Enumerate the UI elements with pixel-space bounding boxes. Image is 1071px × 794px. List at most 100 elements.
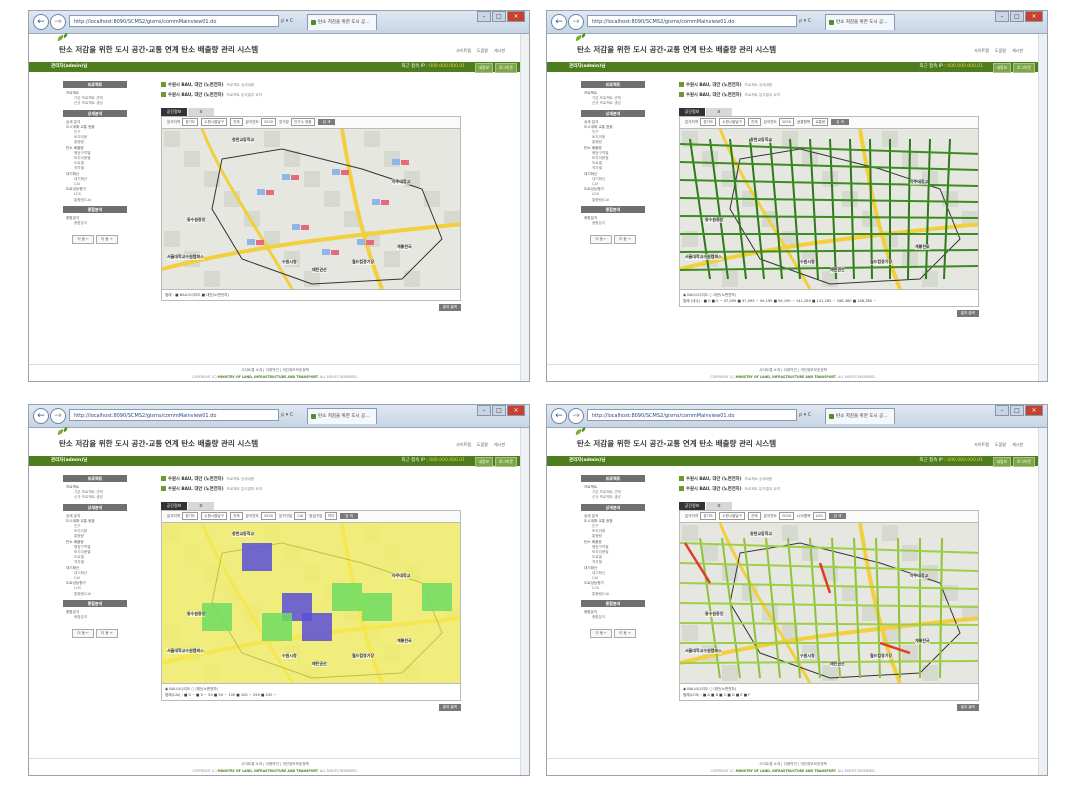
refresh-icon[interactable]: ρ ▾ C (799, 409, 823, 421)
filter-select[interactable]: 2030 (260, 512, 277, 520)
map-view[interactable]: 창현교등학교 아주대학교 동수원중앙 수원시청 매탄권선 계룡한국 월드컵경기장 서울대학교수… (161, 128, 461, 290)
forward-button[interactable]: → (50, 14, 66, 30)
menu-item[interactable]: 종합분석 (584, 615, 645, 620)
footer-links[interactable]: 사이트맵 소개 | 이용약관 | 개인정보보호정책 (29, 368, 521, 373)
browser-tab[interactable]: 탄소 저감을 위한 도시 공… (307, 408, 377, 424)
close-icon[interactable]: × (507, 11, 525, 22)
search-button[interactable]: 검 색 (828, 513, 847, 519)
filter-select[interactable]: 전체 (230, 118, 243, 126)
close-icon[interactable]: × (1025, 11, 1043, 22)
maximize-icon[interactable]: □ (1010, 405, 1024, 416)
tab-table[interactable]: 표 (188, 502, 214, 510)
map-canvas[interactable] (162, 523, 461, 683)
filter-select[interactable]: 전체 (748, 512, 761, 520)
scrollbar[interactable] (520, 428, 529, 775)
help-link[interactable]: 도움말 (995, 48, 1006, 53)
tab-spatial[interactable]: 공간정보 (161, 108, 187, 116)
filter-select[interactable]: 교통량 (812, 118, 829, 126)
minimize-icon[interactable]: – (995, 11, 1009, 22)
minimize-icon[interactable]: – (477, 405, 491, 416)
map-canvas[interactable] (680, 129, 979, 289)
board-link[interactable]: 게시판 (494, 442, 505, 447)
menu-item[interactable]: 신규 프로젝트 생성 (66, 495, 127, 500)
filter-select[interactable]: 2030 (778, 512, 795, 520)
filter-select[interactable]: 수원시팔달구 (719, 118, 745, 126)
map-view[interactable]: 창현교등학교 아주대학교 동수원중앙 수원시청 매탄권선 계룡한국 월드컵경기장 서울대학교수… (161, 522, 461, 684)
scrollbar[interactable] (520, 34, 529, 381)
tab-table[interactable]: 표 (188, 108, 214, 116)
project-row[interactable]: 수원시 BAU, 대안 (노면전차) 프로젝트 상세내용 (161, 81, 461, 91)
filter-select[interactable]: 인구수 현황 (290, 118, 315, 126)
address-bar[interactable]: http://localhost:8090/SCMS2/gisms/commMa… (587, 409, 797, 421)
my-info-button[interactable]: 내정보 (474, 63, 493, 73)
next-button[interactable]: 이 동 → (96, 235, 118, 245)
my-info-button[interactable]: 내정보 (992, 63, 1011, 73)
filter-select[interactable]: LOS (812, 512, 826, 520)
project-row[interactable]: 수원시 BAU, 대안 (노면전차) 프로젝트 분석결과 요약 (161, 485, 461, 495)
maximize-icon[interactable]: □ (492, 405, 506, 416)
tab-table[interactable]: 표 (706, 108, 732, 116)
board-link[interactable]: 게시판 (1012, 48, 1023, 53)
next-button[interactable]: 이 동 → (96, 629, 118, 639)
back-button[interactable]: ← (33, 408, 49, 424)
sitemap-link[interactable]: 사이트맵 (456, 48, 471, 53)
browser-tab[interactable]: 탄소 저감을 위한 도시 공… (307, 14, 377, 30)
print-result-button[interactable]: 결과 출력 (956, 704, 979, 711)
my-info-button[interactable]: 내정보 (474, 457, 493, 467)
tab-spatial[interactable]: 공간정보 (679, 502, 705, 510)
filter-select[interactable]: 전체 (748, 118, 761, 126)
refresh-icon[interactable]: ρ ▾ C (799, 15, 823, 27)
print-result-button[interactable]: 결과 출력 (956, 310, 979, 317)
filter-select[interactable]: 2030 (778, 118, 795, 126)
map-canvas[interactable] (162, 129, 461, 289)
maximize-icon[interactable]: □ (1010, 11, 1024, 22)
filter-select[interactable]: 경기도 (182, 512, 199, 520)
help-link[interactable]: 도움말 (995, 442, 1006, 447)
footer-links[interactable]: 사이트맵 소개 | 이용약관 | 개인정보보호정책 (547, 368, 1039, 373)
filter-select[interactable]: 2030 (260, 118, 277, 126)
forward-button[interactable]: → (50, 408, 66, 424)
filter-select[interactable]: 수원시팔달구 (201, 118, 227, 126)
sitemap-link[interactable]: 사이트맵 (456, 442, 471, 447)
my-info-button[interactable]: 내정보 (992, 457, 1011, 467)
maximize-icon[interactable]: □ (492, 11, 506, 22)
logout-button[interactable]: 로그아웃 (1013, 63, 1035, 73)
refresh-icon[interactable]: ρ ▾ C (281, 409, 305, 421)
prev-button[interactable]: 이 동 ← (590, 629, 612, 639)
minimize-icon[interactable]: – (477, 11, 491, 22)
help-link[interactable]: 도움말 (477, 48, 488, 53)
forward-button[interactable]: → (568, 14, 584, 30)
project-row[interactable]: 수원시 BAU, 대안 (노면전차) 프로젝트 상세내용 (679, 475, 979, 485)
tab-table[interactable]: 표 (706, 502, 732, 510)
filter-select[interactable]: 수원시팔달구 (201, 512, 227, 520)
filter-select[interactable]: 경기도 (182, 118, 199, 126)
board-link[interactable]: 게시판 (1012, 442, 1023, 447)
logout-button[interactable]: 로그아웃 (495, 63, 517, 73)
menu-item[interactable]: 신규 프로젝트 생성 (584, 101, 645, 106)
menu-item[interactable]: 통행량/CAI (66, 592, 127, 597)
project-row[interactable]: 수원시 BAU, 대안 (노면전차) 프로젝트 분석결과 요약 (679, 485, 979, 495)
help-link[interactable]: 도움말 (477, 442, 488, 447)
sitemap-link[interactable]: 사이트맵 (974, 442, 989, 447)
refresh-icon[interactable]: ρ ▾ C (281, 15, 305, 27)
menu-item[interactable]: 종합분석 (66, 221, 127, 226)
filter-select[interactable]: CAI (294, 512, 307, 520)
footer-links[interactable]: 사이트맵 소개 | 이용약관 | 개인정보보호정책 (29, 762, 521, 767)
map-canvas[interactable] (680, 523, 979, 683)
sitemap-link[interactable]: 사이트맵 (974, 48, 989, 53)
back-button[interactable]: ← (551, 408, 567, 424)
browser-tab[interactable]: 탄소 저감을 위한 도시 공… (825, 408, 895, 424)
filter-select[interactable]: 전체 (230, 512, 243, 520)
map-view[interactable]: 창현교등학교 아주대학교 동수원중앙 수원시청 매탄권선 계룡한국 월드컵경기장 서울대학교수… (679, 522, 979, 684)
print-result-button[interactable]: 결과 출력 (438, 304, 461, 311)
menu-item[interactable]: 신규 프로젝트 생성 (66, 101, 127, 106)
next-button[interactable]: 이 동 → (614, 629, 636, 639)
project-row[interactable]: 수원시 BAU, 대안 (노면전차) 프로젝트 상세내용 (679, 81, 979, 91)
menu-item[interactable]: 통행량/CAI (66, 198, 127, 203)
filter-select[interactable]: 격자 (324, 512, 338, 520)
menu-item[interactable]: 종합분석 (584, 221, 645, 226)
filter-select[interactable]: 경기도 (700, 512, 717, 520)
minimize-icon[interactable]: – (995, 405, 1009, 416)
logout-button[interactable]: 로그아웃 (1013, 457, 1035, 467)
footer-links[interactable]: 사이트맵 소개 | 이용약관 | 개인정보보호정책 (547, 762, 1039, 767)
